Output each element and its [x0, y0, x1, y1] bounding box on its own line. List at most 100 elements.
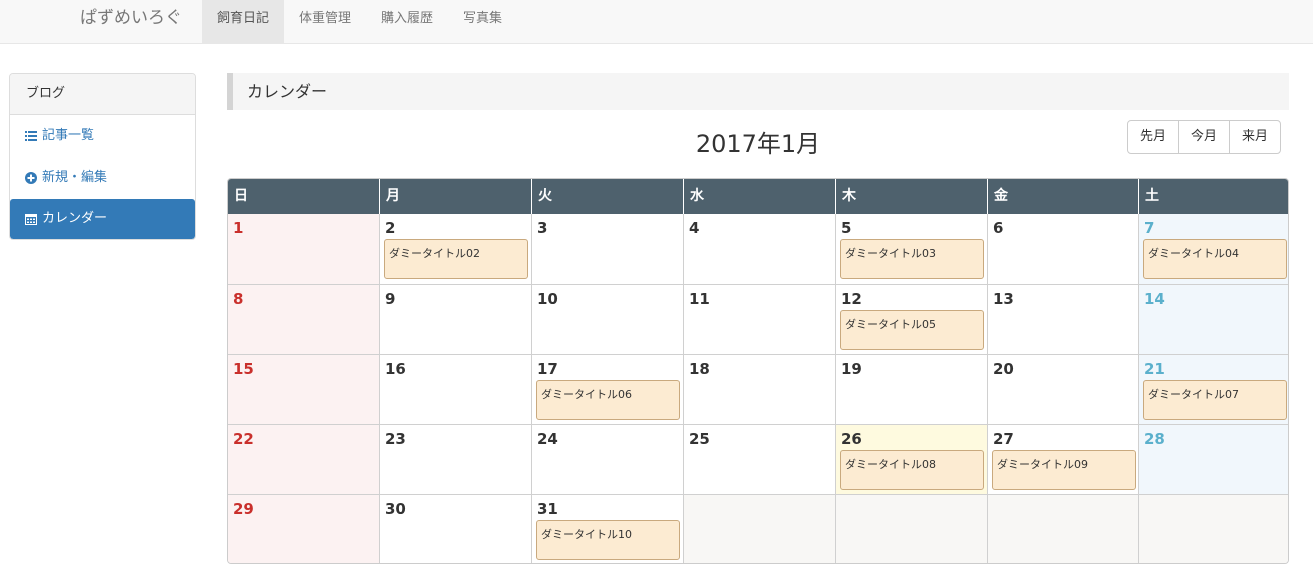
calendar-event[interactable]: ダミータイトル03 [840, 239, 984, 279]
calendar-event[interactable]: ダミータイトル08 [840, 450, 984, 490]
prev-month-button[interactable]: 先月 [1127, 120, 1180, 154]
calendar-week-row: 15 16 17 ダミータイトル06 18 19 20 21 ダミータイトル07 [228, 354, 1288, 424]
day-number: 31 [537, 500, 558, 518]
day-number: 17 [537, 360, 558, 378]
calendar-day-cell[interactable]: 29 [228, 495, 380, 563]
day-number: 19 [841, 360, 862, 378]
calendar-day-cell[interactable]: 27 ダミータイトル09 [988, 425, 1139, 494]
calendar-day-cell[interactable]: 2 ダミータイトル02 [380, 214, 532, 284]
calendar-day-cell[interactable]: 17 ダミータイトル06 [532, 355, 684, 424]
calendar-day-cell[interactable]: 25 [684, 425, 836, 494]
weekday-label: 火 [532, 179, 684, 214]
day-number: 20 [993, 360, 1014, 378]
day-number: 23 [385, 430, 406, 448]
nav-item-purchase[interactable]: 購入履歴 [366, 0, 448, 43]
weekday-label: 土 [1145, 188, 1159, 204]
day-number: 18 [689, 360, 710, 378]
calendar-week-row: 29 30 31 ダミータイトル10 [228, 494, 1288, 563]
calendar-day-cell[interactable]: 31 ダミータイトル10 [532, 495, 684, 563]
sidebar-item-articles[interactable]: 記事一覧 [10, 115, 195, 157]
this-month-button[interactable]: 今月 [1178, 120, 1231, 154]
calendar-day-cell[interactable]: 9 [380, 285, 532, 354]
calendar-day-cell[interactable]: 7 ダミータイトル04 [1139, 214, 1288, 284]
calendar-empty-cell [988, 495, 1139, 563]
calendar-day-cell[interactable]: 23 [380, 425, 532, 494]
day-number: 12 [841, 290, 862, 308]
calendar-day-cell[interactable]: 8 [228, 285, 380, 354]
weekday-label: 水 [684, 179, 836, 214]
calendar-day-cell[interactable]: 18 [684, 355, 836, 424]
day-number: 30 [385, 500, 406, 518]
calendar-day-cell[interactable]: 21 ダミータイトル07 [1139, 355, 1288, 424]
calendar-day-cell[interactable]: 20 [988, 355, 1139, 424]
day-number: 9 [385, 290, 396, 308]
plus-circle-icon [25, 172, 37, 184]
day-number: 10 [537, 290, 558, 308]
day-number: 27 [993, 430, 1014, 448]
calendar-day-cell[interactable]: 28 [1139, 425, 1288, 494]
calendar-day-cell[interactable]: 16 [380, 355, 532, 424]
day-number: 11 [689, 290, 710, 308]
calendar-day-cell[interactable]: 1 [228, 214, 380, 284]
weekday-label: 月 [380, 179, 532, 214]
sidebar-item-label: カレンダー [42, 211, 108, 226]
day-number: 21 [1144, 360, 1165, 378]
calendar-day-cell[interactable]: 11 [684, 285, 836, 354]
calendar-event[interactable]: ダミータイトル06 [536, 380, 680, 420]
day-number: 25 [689, 430, 710, 448]
day-number: 14 [1144, 290, 1165, 308]
sidebar-item-calendar[interactable]: カレンダー [10, 199, 195, 239]
brand-logo[interactable]: ぱずめいろぐ [80, 0, 182, 43]
calendar-day-cell[interactable]: 14 [1139, 285, 1288, 354]
calendar-day-cell[interactable]: 13 [988, 285, 1139, 354]
calendar-day-cell[interactable]: 15 [228, 355, 380, 424]
list-icon [25, 131, 37, 141]
nav-item-weight[interactable]: 体重管理 [284, 0, 366, 43]
calendar-event[interactable]: ダミータイトル10 [536, 520, 680, 560]
calendar-day-cell[interactable]: 5 ダミータイトル03 [836, 214, 988, 284]
calendar-week-row: 1 2 ダミータイトル02 3 4 5 ダミータイトル03 6 7 ダミータイトル04 [228, 214, 1288, 284]
day-number: 28 [1144, 430, 1165, 448]
day-number: 22 [233, 430, 254, 448]
calendar-day-cell[interactable]: 3 [532, 214, 684, 284]
main-nav: 飼育日記 体重管理 購入履歴 写真集 [202, 0, 517, 43]
calendar-empty-cell [836, 495, 988, 563]
weekday-label: 木 [836, 179, 988, 214]
calendar-event[interactable]: ダミータイトル05 [840, 310, 984, 350]
calendar-event[interactable]: ダミータイトル09 [992, 450, 1136, 490]
calendar-day-cell[interactable]: 26 ダミータイトル08 [836, 425, 988, 494]
day-number: 29 [233, 500, 254, 518]
calendar-day-cell[interactable]: 10 [532, 285, 684, 354]
calendar-grid: 日月火水木金土 1 2 ダミータイトル02 3 4 5 ダミータイトル03 6 7 ダミータイトル… [227, 178, 1289, 564]
day-number: 6 [993, 219, 1004, 237]
calendar-day-cell[interactable]: 30 [380, 495, 532, 563]
day-number: 3 [537, 219, 548, 237]
calendar-empty-cell [684, 495, 836, 563]
weekday-label: 金 [988, 179, 1139, 214]
calendar-day-cell[interactable]: 19 [836, 355, 988, 424]
day-number: 13 [993, 290, 1014, 308]
calendar-event[interactable]: ダミータイトル07 [1143, 380, 1287, 420]
weekday-label: 日 [228, 179, 380, 214]
nav-item-diary[interactable]: 飼育日記 [202, 0, 285, 43]
day-number: 4 [689, 219, 700, 237]
day-number: 2 [385, 219, 396, 237]
day-number: 16 [385, 360, 406, 378]
calendar-body: 1 2 ダミータイトル02 3 4 5 ダミータイトル03 6 7 ダミータイトル04 8 9 10 11… [228, 214, 1288, 563]
sidebar-item-new-edit[interactable]: 新規・編集 [10, 157, 195, 199]
calendar-day-cell[interactable]: 12 ダミータイトル05 [836, 285, 988, 354]
calendar-week-row: 22 23 24 25 26 ダミータイトル08 27 ダミータイトル09 28 [228, 424, 1288, 494]
calendar-event[interactable]: ダミータイトル02 [384, 239, 528, 279]
day-number: 26 [841, 430, 862, 448]
calendar-event[interactable]: ダミータイトル04 [1143, 239, 1287, 279]
section-header: カレンダー [227, 73, 1289, 110]
calendar-day-cell[interactable]: 4 [684, 214, 836, 284]
next-month-button[interactable]: 来月 [1229, 120, 1282, 154]
nav-item-photos[interactable]: 写真集 [448, 0, 517, 43]
day-number: 7 [1144, 219, 1155, 237]
calendar-day-cell[interactable]: 6 [988, 214, 1139, 284]
calendar-day-cell[interactable]: 24 [532, 425, 684, 494]
calendar-day-cell[interactable]: 22 [228, 425, 380, 494]
sidebar-title: ブログ [10, 74, 195, 115]
day-number: 1 [233, 219, 244, 237]
